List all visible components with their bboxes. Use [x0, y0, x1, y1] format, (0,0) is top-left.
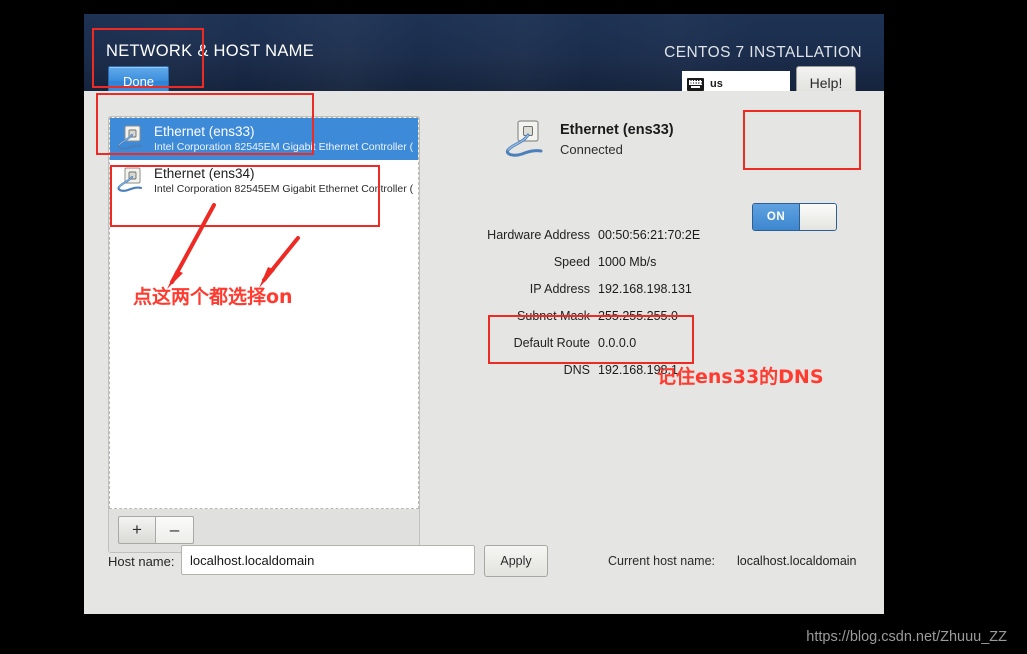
- detail-header: Ethernet (ens33) Connected: [504, 118, 674, 164]
- detail-row-default-route: Default Route 0.0.0.0: [434, 329, 864, 356]
- screen: NETWORK & HOST NAME Done CENTOS 7 INSTAL…: [0, 0, 1027, 654]
- toggle-knob[interactable]: [799, 204, 836, 230]
- detail-label: Subnet Mask: [517, 308, 590, 323]
- device-description: Intel Corporation 82545EM Gigabit Ethern…: [154, 141, 414, 153]
- device-text: Ethernet (ens33) Intel Corporation 82545…: [154, 124, 413, 154]
- connection-status: Connected: [560, 142, 623, 157]
- device-name: Ethernet (ens34): [154, 166, 255, 181]
- current-hostname-value: localhost.localdomain: [737, 554, 857, 568]
- detail-label: DNS: [563, 362, 590, 377]
- hostname-input[interactable]: [181, 545, 475, 575]
- device-name: Ethernet (ens33): [154, 124, 255, 139]
- device-list[interactable]: Ethernet (ens33) Intel Corporation 82545…: [109, 117, 419, 509]
- device-detail-panel: Ethernet (ens33) Connected Hardware Addr…: [434, 116, 864, 553]
- current-hostname-label: Current host name:: [608, 554, 715, 568]
- network-power-toggle[interactable]: ON: [752, 203, 837, 231]
- detail-value: 255.255.255.0: [598, 308, 678, 323]
- detail-value: 192.168.198.131: [598, 281, 692, 296]
- detail-value: 192.168.198.1: [598, 362, 678, 377]
- installer-window: NETWORK & HOST NAME Done CENTOS 7 INSTAL…: [84, 14, 884, 614]
- header-bar: NETWORK & HOST NAME Done CENTOS 7 INSTAL…: [84, 14, 884, 100]
- installation-title: CENTOS 7 INSTALLATION: [664, 44, 862, 61]
- add-device-button[interactable]: +: [118, 516, 156, 544]
- detail-value: 00:50:56:21:70:2E: [598, 227, 701, 242]
- device-list-item-ens34[interactable]: Ethernet (ens34) Intel Corporation 82545…: [110, 160, 418, 202]
- detail-row-ip-address: IP Address 192.168.198.131: [434, 275, 864, 302]
- device-description: Intel Corporation 82545EM Gigabit Ethern…: [154, 183, 414, 195]
- detail-label: Speed: [553, 254, 590, 269]
- watermark: https://blog.csdn.net/Zhuuu_ZZ: [806, 629, 1007, 645]
- detail-label: Hardware Address: [487, 227, 590, 242]
- remove-device-button[interactable]: –: [156, 516, 194, 544]
- detail-row-dns: DNS 192.168.198.1: [434, 356, 864, 383]
- ethernet-icon: [116, 123, 148, 155]
- device-list-item-ens33[interactable]: Ethernet (ens33) Intel Corporation 82545…: [110, 118, 418, 160]
- detail-row-subnet-mask: Subnet Mask 255.255.255.0: [434, 302, 864, 329]
- device-text: Ethernet (ens34) Intel Corporation 82545…: [154, 166, 413, 196]
- page-title: NETWORK & HOST NAME: [106, 42, 314, 60]
- detail-header-text: Ethernet (ens33) Connected: [560, 118, 674, 159]
- apply-button[interactable]: Apply: [484, 545, 548, 577]
- toggle-on-label: ON: [753, 204, 799, 230]
- detail-row-speed: Speed 1000 Mb/s: [434, 248, 864, 275]
- hostname-label: Host name:: [108, 554, 175, 569]
- ethernet-icon: [116, 165, 148, 197]
- device-list-frame: Ethernet (ens33) Intel Corporation 82545…: [108, 116, 420, 553]
- connection-name: Ethernet (ens33): [560, 122, 674, 138]
- detail-label: Default Route: [513, 335, 590, 350]
- body-area: Ethernet (ens33) Intel Corporation 82545…: [84, 91, 884, 614]
- detail-label: IP Address: [529, 281, 590, 296]
- keyboard-layout-label: us: [710, 78, 723, 90]
- ethernet-icon: [504, 118, 550, 164]
- detail-value: 1000 Mb/s: [598, 254, 657, 269]
- keyboard-icon: [687, 77, 704, 91]
- detail-value: 0.0.0.0: [598, 335, 637, 350]
